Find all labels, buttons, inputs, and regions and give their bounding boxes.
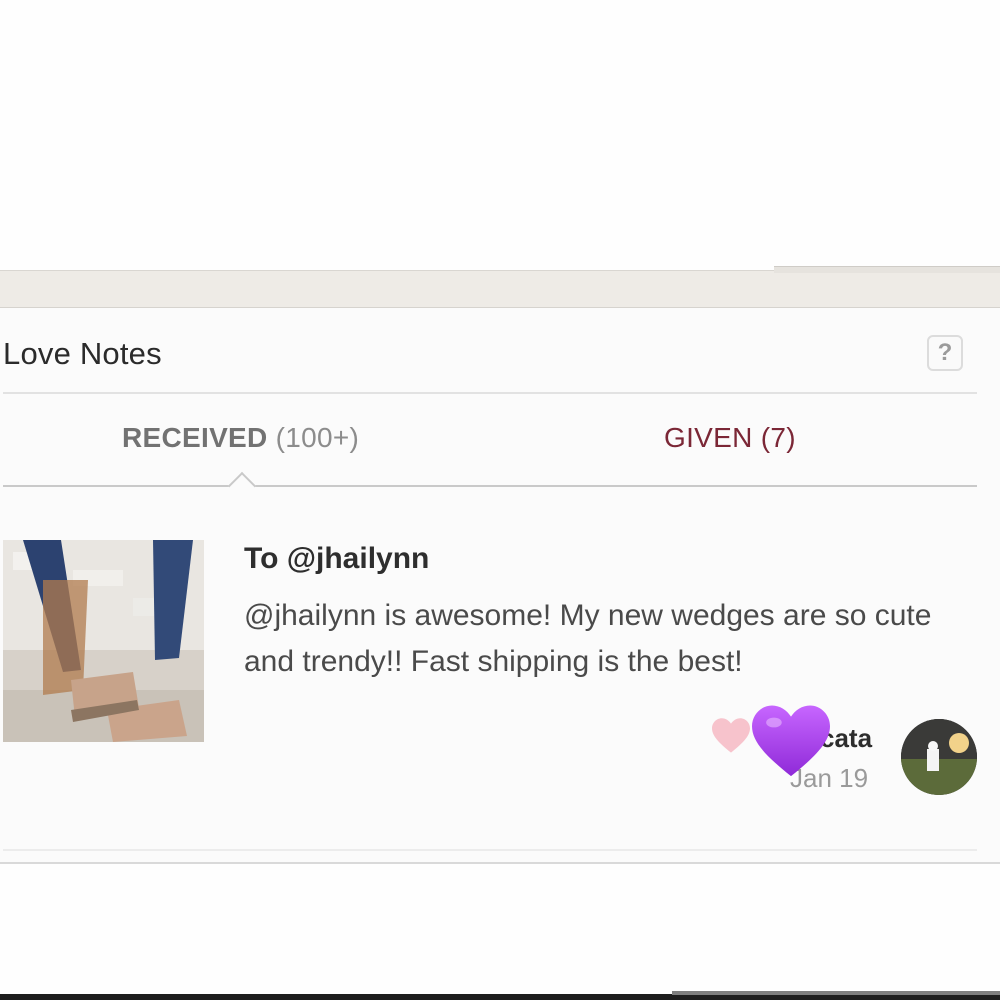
note-recipient: To @jhailynn [244, 542, 430, 575]
tabs-divider [3, 485, 977, 487]
tab-received-count: (100+) [275, 422, 360, 453]
bottom-bar [0, 991, 1000, 1000]
tab-given[interactable]: GIVEN (7) [664, 422, 796, 454]
screen: Love Notes ? RECEIVED (100+) GIVEN (7) T… [0, 0, 1000, 1000]
page-title: Love Notes [3, 336, 162, 371]
small-heart-icon[interactable] [712, 718, 750, 754]
avatar-photo-icon [901, 719, 977, 795]
note-divider [3, 849, 977, 851]
product-photo-graphic [3, 540, 204, 742]
tab-received-label: RECEIVED [122, 422, 268, 453]
love-notes-card: Love Notes ? RECEIVED (100+) GIVEN (7) T… [0, 308, 1000, 864]
note-body: @jhailynn is awesome! My new wedges are … [244, 599, 932, 678]
top-band [0, 266, 1000, 308]
author-avatar[interactable] [901, 719, 977, 795]
header-divider [3, 392, 977, 394]
purple-heart-icon [752, 705, 830, 777]
help-button[interactable]: ? [927, 335, 963, 371]
tab-received[interactable]: RECEIVED (100+) [122, 422, 359, 454]
active-tab-indicator [227, 471, 257, 501]
product-photo-icon[interactable] [3, 540, 204, 742]
